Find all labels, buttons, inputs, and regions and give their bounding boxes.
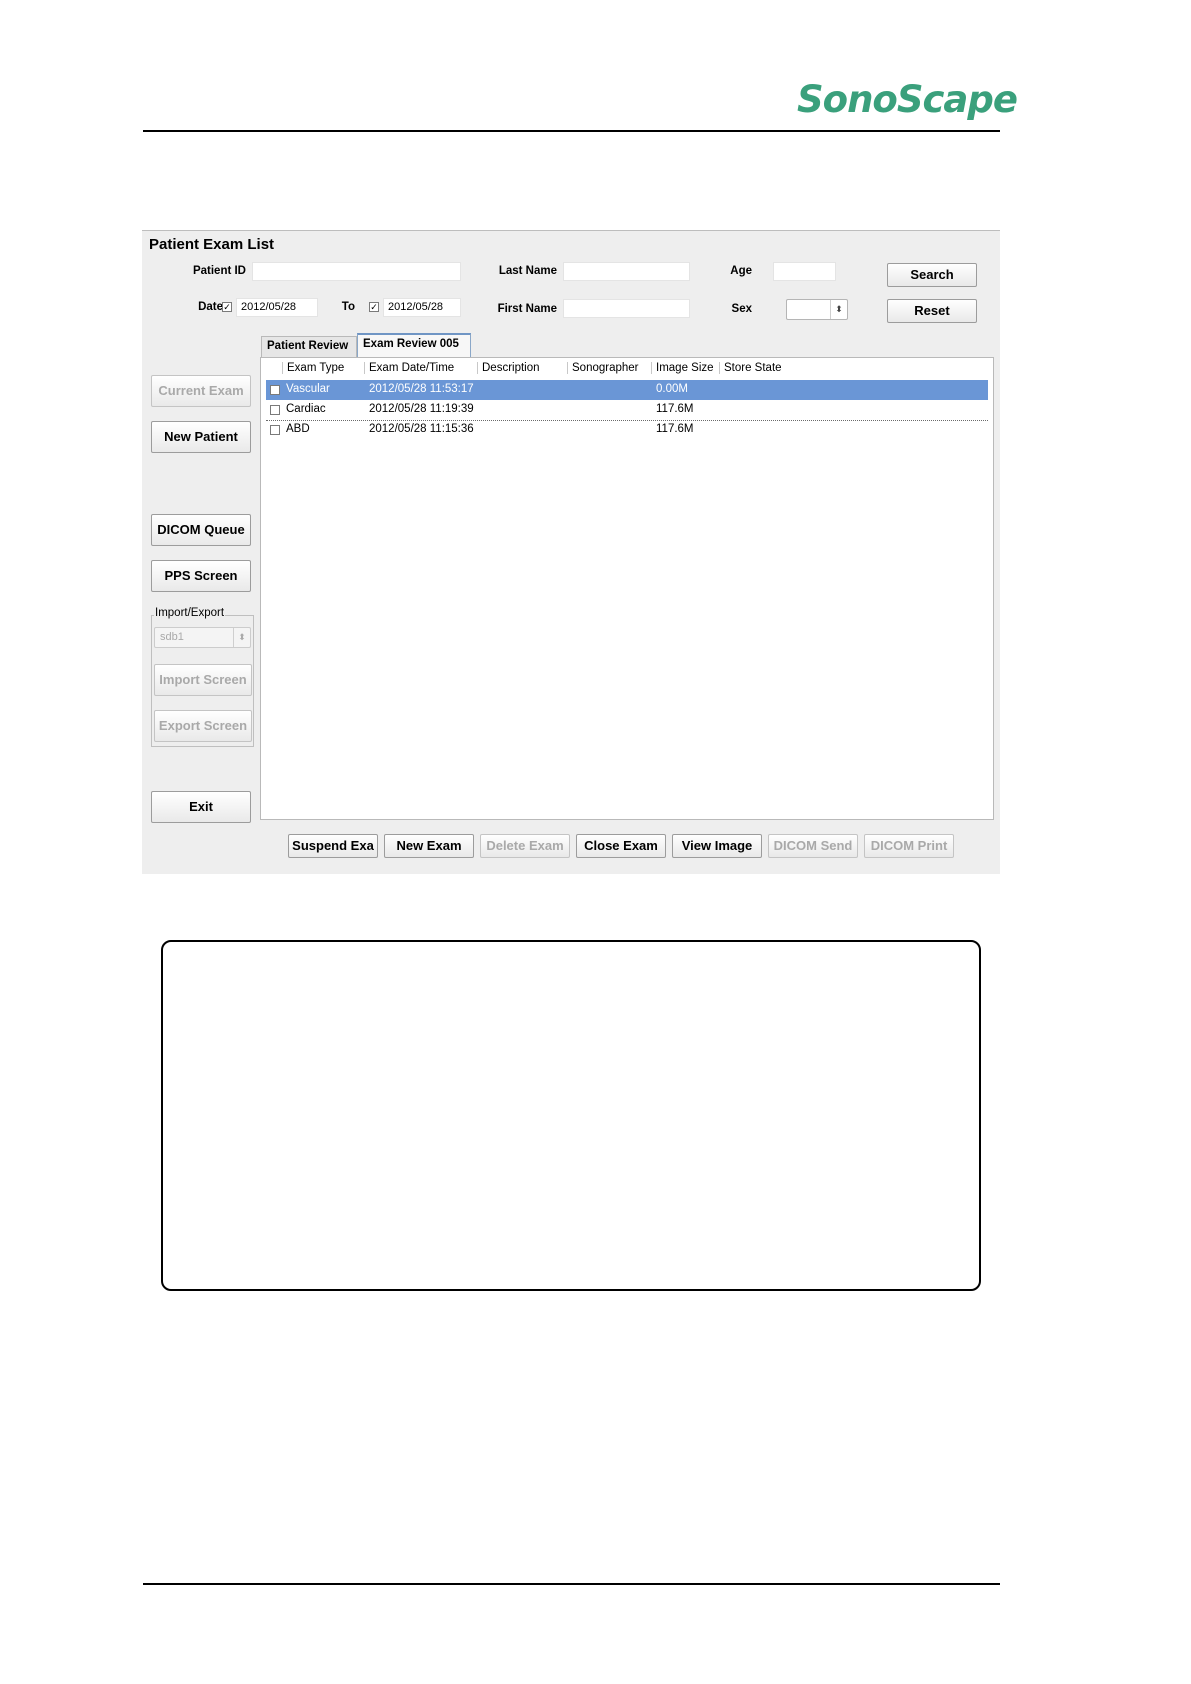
exam-type-cell: Vascular <box>286 383 330 395</box>
row-checkbox[interactable] <box>270 405 280 415</box>
sex-label: Sex <box>731 303 752 315</box>
date-to-checkbox[interactable]: ✓ <box>369 302 379 312</box>
pps-screen-button[interactable]: PPS Screen <box>151 560 251 592</box>
table-row[interactable]: Cardiac 2012/05/28 11:19:39 117.6M <box>266 400 988 420</box>
tab-patient-review[interactable]: Patient Review <box>261 336 357 357</box>
device-select-value: sdb1 <box>160 631 184 643</box>
image-size-cell: 0.00M <box>656 383 688 395</box>
column-header-description[interactable]: Description <box>477 362 567 374</box>
up-down-arrow-icon: ⬍ <box>830 300 847 319</box>
tab-exam-review[interactable]: Exam Review 005 <box>357 333 471 357</box>
new-patient-button[interactable]: New Patient <box>151 421 251 453</box>
up-down-arrow-icon: ⬍ <box>233 628 250 647</box>
exam-datetime-cell: 2012/05/28 11:19:39 <box>369 403 474 415</box>
column-header-store-state[interactable]: Store State <box>719 362 799 374</box>
search-button[interactable]: Search <box>887 263 977 287</box>
column-header-exam-type[interactable]: Exam Type <box>282 362 364 374</box>
patient-exam-list-window: Patient Exam List Patient ID Last Name A… <box>142 230 1000 874</box>
close-exam-button[interactable]: Close Exam <box>576 834 666 858</box>
window-title: Patient Exam List <box>149 236 275 253</box>
table-row[interactable]: Vascular 2012/05/28 11:53:17 0.00M <box>266 380 988 400</box>
reset-button[interactable]: Reset <box>887 299 977 323</box>
date-from-checkbox[interactable]: ✓ <box>222 302 232 312</box>
device-select[interactable]: sdb1 ⬍ <box>154 627 251 648</box>
age-input[interactable] <box>773 262 836 281</box>
last-name-label: Last Name <box>498 265 557 277</box>
dicom-print-button[interactable]: DICOM Print <box>864 834 954 858</box>
view-image-button[interactable]: View Image <box>672 834 762 858</box>
column-header-image-size[interactable]: Image Size <box>651 362 719 374</box>
dicom-queue-button[interactable]: DICOM Queue <box>151 514 251 546</box>
exam-table: Exam Type Exam Date/Time Description Son… <box>260 357 994 820</box>
column-header-sonographer[interactable]: Sonographer <box>567 362 651 374</box>
row-checkbox[interactable] <box>270 425 280 435</box>
date-label: Date <box>198 301 223 313</box>
patient-id-input[interactable] <box>252 262 461 281</box>
date-from-input[interactable]: 2012/05/28 <box>236 298 318 317</box>
exit-button[interactable]: Exit <box>151 791 251 823</box>
import-screen-button[interactable]: Import Screen <box>154 664 252 696</box>
exam-type-cell: Cardiac <box>286 403 326 415</box>
exam-type-cell: ABD <box>286 423 310 435</box>
footer-rule <box>143 1583 1000 1585</box>
dicom-send-button[interactable]: DICOM Send <box>768 834 858 858</box>
delete-exam-button[interactable]: Delete Exam <box>480 834 570 858</box>
exam-datetime-cell: 2012/05/28 11:53:17 <box>369 383 474 395</box>
image-size-cell: 117.6M <box>656 403 694 415</box>
first-name-label: First Name <box>497 303 557 315</box>
header-rule <box>143 130 1000 132</box>
age-label: Age <box>730 265 752 277</box>
sex-select[interactable]: ⬍ <box>786 299 848 320</box>
column-header-exam-datetime[interactable]: Exam Date/Time <box>364 362 477 374</box>
patient-id-label: Patient ID <box>192 265 246 277</box>
exam-datetime-cell: 2012/05/28 11:15:36 <box>369 423 474 435</box>
suspend-exam-button[interactable]: Suspend Exa <box>288 834 378 858</box>
sonoscape-logo: SonoScape <box>797 78 1018 121</box>
import-export-title: Import/Export <box>154 607 226 619</box>
export-screen-button[interactable]: Export Screen <box>154 710 252 742</box>
first-name-input[interactable] <box>563 299 690 318</box>
row-checkbox[interactable] <box>270 385 280 395</box>
new-exam-button[interactable]: New Exam <box>384 834 474 858</box>
image-size-cell: 117.6M <box>656 423 694 435</box>
date-to-input[interactable]: 2012/05/28 <box>383 298 461 317</box>
note-box <box>161 940 981 1291</box>
to-label: To <box>341 301 355 313</box>
last-name-input[interactable] <box>563 262 690 281</box>
table-row[interactable]: ABD 2012/05/28 11:15:36 117.6M <box>266 420 988 440</box>
current-exam-button[interactable]: Current Exam <box>151 375 251 407</box>
